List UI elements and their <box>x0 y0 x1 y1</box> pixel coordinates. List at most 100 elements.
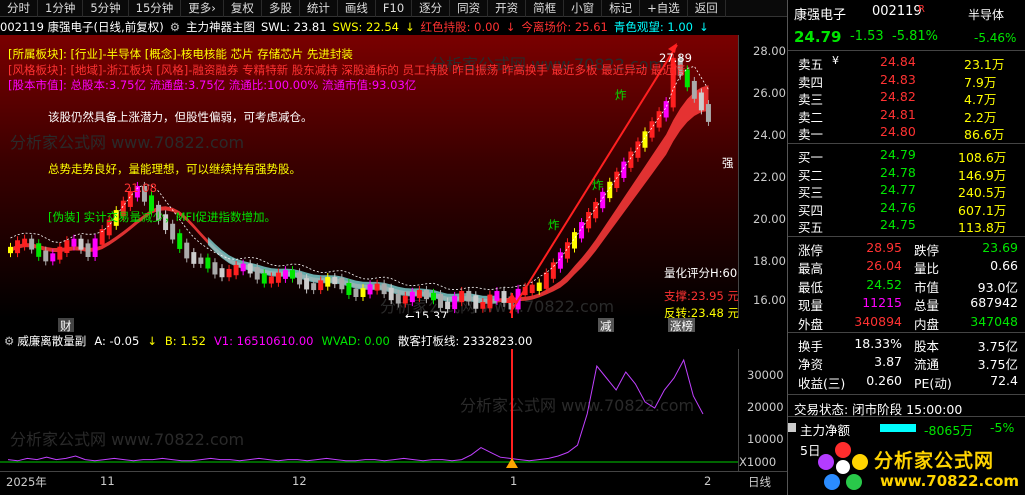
add-watchlist-button[interactable]: +自选 <box>640 0 688 17</box>
candle <box>459 290 465 303</box>
candle <box>409 291 415 303</box>
indicator-title[interactable]: 威廉离散量副 <box>17 333 86 349</box>
candle <box>191 252 197 264</box>
arrow-down-icon: ↓ <box>147 333 157 348</box>
candle <box>705 104 711 122</box>
comment-2: 总势走势良好，量能理想，可以继续持有强势股。 <box>48 162 301 176</box>
candle <box>304 278 310 290</box>
candle <box>487 294 493 309</box>
tab-more[interactable]: 更多› <box>181 0 224 17</box>
unit-label: X1000 <box>739 455 777 469</box>
per-minute-button[interactable]: 逐分 <box>412 0 451 17</box>
sell-row[interactable]: 卖五 ¥24.84 23.1万 <box>788 54 1025 72</box>
candle <box>57 246 63 260</box>
y-label: 28.00 <box>753 44 786 58</box>
r-mark: R <box>918 4 925 15</box>
sell-row[interactable]: 卖一 24.80 86.6万 <box>788 124 1025 142</box>
gear-icon[interactable]: ⚙ <box>4 334 14 348</box>
exit-price-value: 今离场价: 25.61 <box>521 19 608 34</box>
indicator-name[interactable]: 主力神器主图 <box>186 19 255 35</box>
simple-frame-button[interactable]: 简框 <box>526 0 565 17</box>
peak-mark: 27.89 <box>659 51 692 65</box>
stat-label: 净资 <box>798 357 824 373</box>
stat-value: 3.75亿 <box>977 357 1018 373</box>
price-axis: 28.00 26.00 24.00 22.00 20.00 18.00 16.0… <box>738 35 787 318</box>
mark-button[interactable]: 标记 <box>602 0 641 17</box>
buy-row[interactable]: 买三 24.77 240.5万 <box>788 182 1025 200</box>
divider <box>788 143 1025 144</box>
stat-value: 687942 <box>970 295 1018 311</box>
tab-intraday[interactable]: 分时 <box>0 0 38 17</box>
adjust-button[interactable]: 复权 <box>224 0 262 17</box>
candle <box>628 151 634 168</box>
kline-chart[interactable]: 分析家公式网 www.70822.com 分析家公式网 www.70822.co… <box>0 35 738 318</box>
stat-value: 72.4 <box>990 372 1018 388</box>
sector-value: [行业]-半导体 [概念]-核电核能 芯片 存储芯片 先进封装 <box>70 47 353 61</box>
sell-row[interactable]: 卖四 24.83 7.9万 <box>788 72 1025 90</box>
toggle-icon[interactable] <box>788 423 796 432</box>
sector-line: [所属板块]: [行业]-半导体 [概念]-核电核能 芯片 存储芯片 先进封装 <box>8 46 353 62</box>
small-window-button[interactable]: 小窗 <box>564 0 603 17</box>
stock-title-row: 康强电子 002119 R 半导体 <box>788 4 1025 24</box>
candle <box>550 262 556 279</box>
sector-name[interactable]: 半导体 <box>968 6 1004 23</box>
stat-value: 340894 <box>854 313 902 329</box>
indicator-chart[interactable]: 分析家公式网 www.70822.com 分析家公式网 www.70822.co… <box>0 349 738 471</box>
reversal-label: 反转:23.48 元 <box>664 306 738 318</box>
sector-label: [所属板块]: <box>8 47 67 61</box>
watermark: 分析家公式网 www.70822.com <box>460 396 694 415</box>
event-row: 财 减 涨榜 <box>0 318 738 334</box>
stat-label: 跌停 <box>914 243 940 258</box>
same-capital-button[interactable]: 同资 <box>450 0 489 17</box>
stock-code-label: 002119 康强电子(日线,前复权) <box>0 19 164 34</box>
sell-level: 卖二 <box>798 109 824 125</box>
tab-1min[interactable]: 1分钟 <box>38 0 84 17</box>
gear-icon[interactable]: ⚙ <box>170 20 180 34</box>
candle <box>282 270 288 279</box>
arrow-down-icon: ↓ <box>404 19 415 34</box>
wvad-value: WVAD: 0.00 <box>321 333 390 348</box>
retail-line-value: 散客打板线: 2332823.00 <box>397 333 533 348</box>
indicator-header: ⚙ 威廉离散量副 A: -0.05 ↓ B: 1.52 V1: 16510610… <box>0 332 787 349</box>
candle <box>494 291 500 301</box>
candle <box>438 294 444 308</box>
stat-label: 收益(三) <box>798 375 846 391</box>
candle <box>184 242 190 259</box>
buy-row[interactable]: 买五 24.75 113.8万 <box>788 217 1025 235</box>
period-label[interactable]: 日线 <box>748 474 771 490</box>
buy-price: 24.75 <box>880 217 916 233</box>
stat-row: 涨停 28.95 跌停 23.69 <box>788 240 1025 258</box>
buy-row[interactable]: 买二 24.78 146.9万 <box>788 165 1025 183</box>
tab-15min[interactable]: 15分钟 <box>129 0 182 17</box>
sell-row[interactable]: 卖三 24.82 4.7万 <box>788 89 1025 107</box>
main-net-label: 主力净额 <box>800 423 851 438</box>
score-label: 量化评分H:60 <box>664 266 738 280</box>
candle <box>473 295 479 309</box>
stat-label: 外盘 <box>798 316 824 332</box>
candle <box>353 288 359 298</box>
buy-level: 买四 <box>798 202 824 218</box>
logo-text: 分析家公式网 <box>874 450 995 472</box>
sell-volume: 7.9万 <box>964 74 997 90</box>
sell-price: 24.81 <box>880 106 916 122</box>
open-capital-button[interactable]: 开资 <box>488 0 527 17</box>
candle <box>395 293 401 304</box>
f10-button[interactable]: F10 <box>376 0 413 17</box>
buy-row[interactable]: 买四 24.76 607.1万 <box>788 200 1025 218</box>
candle <box>339 277 345 290</box>
buy-row[interactable]: 买一 24.79 108.6万 <box>788 147 1025 165</box>
candle <box>621 161 627 178</box>
multi-stock-button[interactable]: 多股 <box>262 0 300 17</box>
candle <box>318 280 324 291</box>
stock-name: 康强电子 <box>794 8 847 23</box>
main-net-pct: -5% <box>990 420 1015 435</box>
draw-line-button[interactable]: 画线 <box>338 0 376 17</box>
back-button[interactable]: 返回 <box>688 0 726 17</box>
comment-3: [伪装] 实计交易量减少，MFI促进指数增加。 <box>48 210 277 224</box>
sell-row[interactable]: 卖二 24.81 2.2万 <box>788 106 1025 125</box>
y-label: 30000 <box>747 368 784 382</box>
tab-5min[interactable]: 5分钟 <box>83 0 129 17</box>
candle <box>332 277 338 285</box>
candle <box>607 181 613 199</box>
stats-button[interactable]: 统计 <box>300 0 338 17</box>
